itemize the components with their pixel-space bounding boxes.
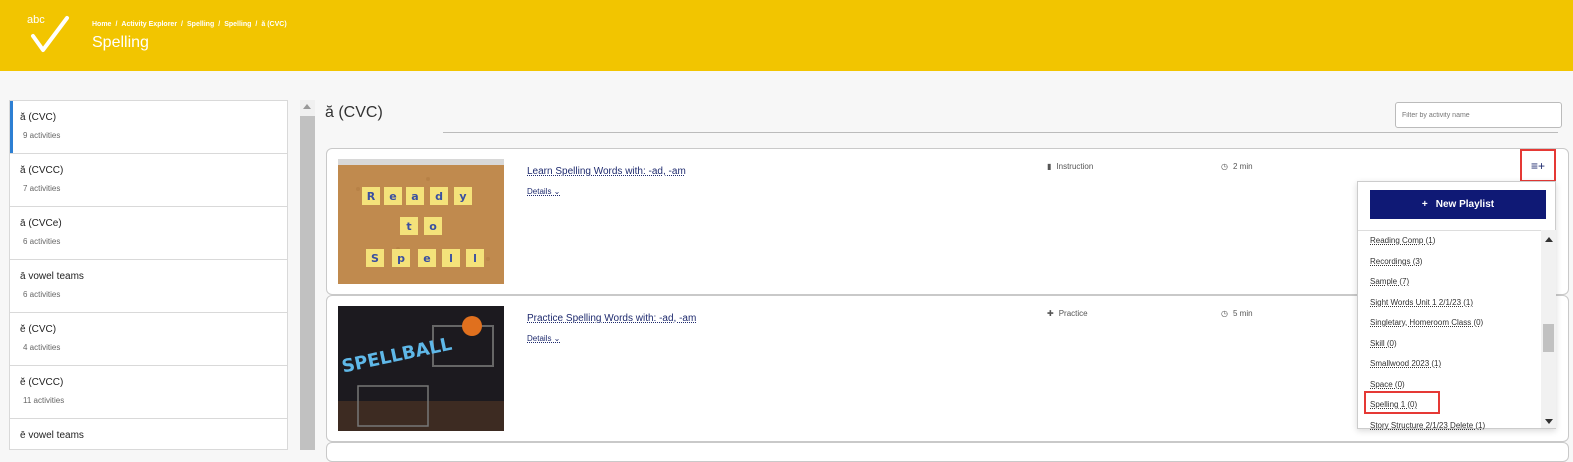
details-label: Details <box>527 334 552 343</box>
playlist-item[interactable]: Recordings (3) <box>1358 252 1541 273</box>
thumb-letter: e <box>423 252 430 265</box>
filter-activity-input[interactable] <box>1395 102 1562 128</box>
divider <box>443 132 1558 133</box>
playlist-add-icon: ≡+ <box>1530 158 1545 173</box>
scroll-up-arrow-icon[interactable] <box>1545 237 1553 242</box>
activity-thumbnail[interactable]: R e a d y t o S p e l l <box>338 159 504 284</box>
thumb-letter: S <box>371 252 379 265</box>
details-toggle[interactable]: Details ⌄ <box>527 187 560 196</box>
activity-thumbnail[interactable]: SPELLBALL <box>338 306 504 431</box>
thumb-letter: p <box>397 252 405 265</box>
category-title: ă (CVC) <box>325 104 383 121</box>
new-playlist-button[interactable]: + New Playlist <box>1370 190 1546 219</box>
activity-type: ▮ Instruction <box>1047 162 1093 171</box>
highlight-box <box>1364 391 1440 414</box>
sidebar-item-e-cvc[interactable]: ĕ (CVC) 4 activities <box>10 313 287 366</box>
sidebar-item-title: ă (CVC) <box>20 112 57 123</box>
clock-icon: ◷ <box>1221 162 1228 171</box>
playlist-item[interactable]: Singletary, Homeroom Class (0) <box>1358 313 1541 334</box>
sidebar-item-e-vowel-teams[interactable]: ē vowel teams <box>10 419 287 449</box>
thumb-letter: t <box>406 220 411 233</box>
breadcrumb-activity-explorer[interactable]: Activity Explorer <box>121 21 177 28</box>
breadcrumb-current: ă (CVC) <box>261 21 287 28</box>
playlist-item[interactable]: Sight Words Unit 1 2/1/23 (1) <box>1358 293 1541 314</box>
sidebar: ă (CVC) 9 activities ă (CVCC) 7 activiti… <box>9 100 288 450</box>
sidebar-item-title: ă (CVCC) <box>20 165 64 176</box>
activity-card <box>326 442 1569 462</box>
thumb-letter: e <box>389 190 396 203</box>
breadcrumb-spelling[interactable]: Spelling <box>187 21 214 28</box>
sidebar-item-title: ā (CVCe) <box>20 218 62 229</box>
book-icon: ▮ <box>1047 162 1052 171</box>
sidebar-item-count: 11 activities <box>23 396 65 405</box>
thumb-letter: l <box>449 252 453 265</box>
page-title: Spelling <box>92 34 149 51</box>
sidebar-item-title: ā vowel teams <box>20 271 84 282</box>
details-label: Details <box>527 187 552 196</box>
puzzle-icon: ✚ <box>1047 309 1054 318</box>
breadcrumb: Home / Activity Explorer / Spelling / Spell… <box>92 21 287 28</box>
activity-duration: ◷ 2 min <box>1221 162 1253 171</box>
sidebar-item-a-vowel-teams[interactable]: ā vowel teams 6 activities <box>10 260 287 313</box>
sidebar-item-e-cvcc[interactable]: ĕ (CVCC) 11 activities <box>10 366 287 419</box>
sidebar-item-a-cvc[interactable]: ă (CVC) 9 activities <box>10 101 287 154</box>
sidebar-item-a-cvce[interactable]: ā (CVCe) 6 activities <box>10 207 287 260</box>
playlist-item[interactable]: Reading Comp (1) <box>1358 231 1541 252</box>
clock-icon: ◷ <box>1221 309 1228 318</box>
sidebar-scrollbar-thumb[interactable] <box>300 116 315 450</box>
scroll-up-arrow-icon[interactable] <box>303 104 311 109</box>
sidebar-item-a-cvcc[interactable]: ă (CVCC) 7 activities <box>10 154 287 207</box>
thumb-letter: o <box>429 220 437 233</box>
activity-type-label: Instruction <box>1056 162 1094 171</box>
breadcrumb-home[interactable]: Home <box>92 21 111 28</box>
thumb-letter: d <box>435 190 443 203</box>
playlist-item[interactable]: Sample (7) <box>1358 272 1541 293</box>
new-playlist-label: New Playlist <box>1435 199 1495 210</box>
sidebar-item-count: 6 activities <box>23 290 61 299</box>
playlist-item[interactable]: Story Structure 2/1/23 Delete (1) <box>1358 416 1541 431</box>
sidebar-item-count: 9 activities <box>23 131 61 140</box>
page-header: abc Home / Activity Explorer / Spelling / S… <box>0 0 1573 71</box>
activity-title-link[interactable]: Learn Spelling Words with: -ad, -am <box>527 166 686 177</box>
sidebar-item-title: ĕ (CVCC) <box>20 377 64 388</box>
dropdown-scrollbar-thumb[interactable] <box>1543 324 1554 352</box>
duration-label: 5 min <box>1232 309 1253 318</box>
thumb-letter: a <box>411 190 418 203</box>
activity-type-label: Practice <box>1058 309 1088 318</box>
breadcrumb-spelling-sub[interactable]: Spelling <box>224 21 251 28</box>
activity-type: ✚ Practice <box>1047 309 1088 318</box>
activity-title-link[interactable]: Practice Spelling Words with: -ad, -am <box>527 313 696 324</box>
add-to-playlist-button[interactable]: ≡+ <box>1520 149 1556 182</box>
scroll-down-arrow-icon[interactable] <box>1545 419 1553 424</box>
sidebar-item-count: 6 activities <box>23 237 61 246</box>
activity-duration: ◷ 5 min <box>1221 309 1253 318</box>
sidebar-item-count: 7 activities <box>23 184 61 193</box>
plus-icon: + <box>1421 199 1428 210</box>
thumb-letter: y <box>459 190 466 203</box>
thumb-letter: l <box>473 252 477 265</box>
playlist-item[interactable]: Smallwood 2023 (1) <box>1358 354 1541 375</box>
thumb-letter: R <box>367 190 376 203</box>
details-toggle[interactable]: Details ⌄ <box>527 334 560 343</box>
duration-label: 2 min <box>1232 162 1253 171</box>
sidebar-item-title: ē vowel teams <box>20 430 84 441</box>
sidebar-item-title: ĕ (CVC) <box>20 324 57 335</box>
sidebar-item-count: 4 activities <box>23 343 61 352</box>
playlist-item[interactable]: Skill (0) <box>1358 334 1541 355</box>
abc-check-logo[interactable]: abc <box>27 14 71 54</box>
